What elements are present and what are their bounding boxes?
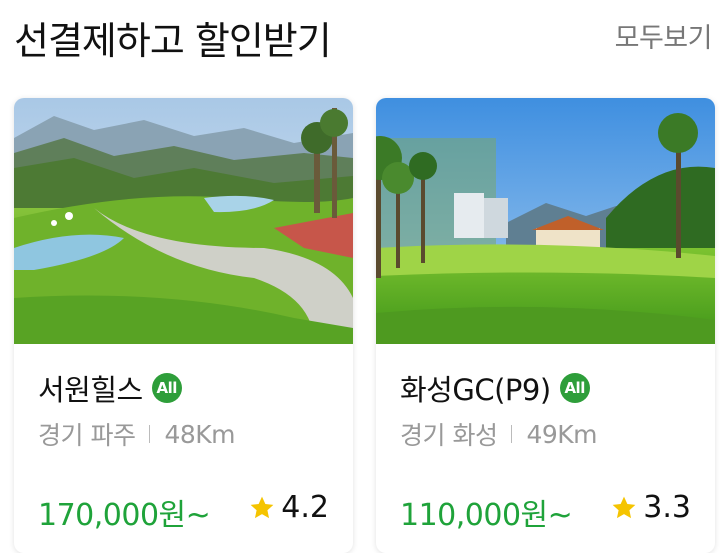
rating-value: 4.2	[281, 490, 329, 525]
course-region: 경기 파주	[38, 421, 136, 450]
course-rating: 4.2	[249, 490, 329, 525]
divider	[511, 425, 513, 443]
all-badge-icon: All	[559, 373, 590, 403]
golf-course-list: 서원힐스 All 경기 파주 48Km 170,000원~ 4.2 화성GC(P…	[14, 98, 720, 553]
course-name-row: 화성GC(P9) All	[400, 368, 590, 408]
section-title: 선결제하고 할인받기	[14, 19, 332, 63]
course-distance: 49Km	[526, 419, 598, 449]
see-all-link[interactable]: 모두보기	[615, 16, 713, 55]
section-header: 선결제하고 할인받기 모두보기	[0, 0, 720, 80]
course-distance: 48Km	[164, 419, 236, 449]
course-price: 110,000원~	[400, 498, 573, 533]
golf-course-card[interactable]: 서원힐스 All 경기 파주 48Km 170,000원~ 4.2	[14, 98, 353, 553]
course-name: 화성GC(P9)	[400, 373, 551, 407]
course-name-row: 서원힐스 All	[38, 368, 182, 408]
star-icon	[250, 496, 274, 518]
course-location: 경기 파주 48Km	[38, 416, 236, 452]
golf-course-card[interactable]: 화성GC(P9) All 경기 화성 49Km 110,000원~ 3.3	[376, 98, 715, 553]
course-rating: 3.3	[611, 490, 691, 525]
course-name: 서원힐스	[38, 373, 143, 407]
course-photo	[14, 98, 353, 344]
course-region: 경기 화성	[400, 421, 498, 450]
all-badge-icon: All	[151, 373, 182, 403]
star-icon	[612, 496, 636, 518]
divider	[149, 425, 151, 443]
course-location: 경기 화성 49Km	[400, 416, 598, 452]
course-photo	[376, 98, 715, 344]
rating-value: 3.3	[643, 490, 691, 525]
course-price: 170,000원~	[38, 498, 211, 533]
